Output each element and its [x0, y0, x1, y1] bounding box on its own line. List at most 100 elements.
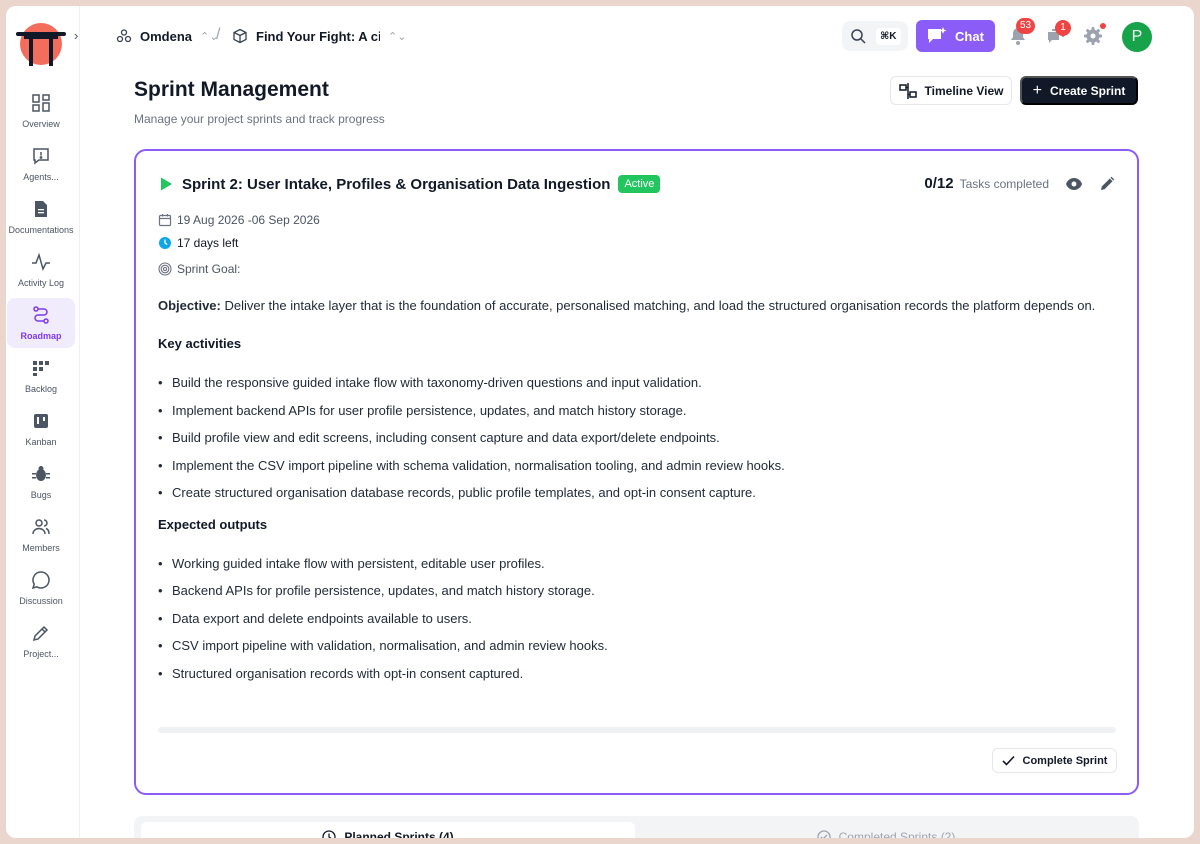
- sidebar-item-label: Members: [22, 543, 60, 553]
- tasks-completed-label: Tasks completed: [959, 176, 1049, 191]
- sidebar-item-activity-log[interactable]: Activity Log: [7, 245, 75, 295]
- sidebar-item-documentations[interactable]: Documentations: [7, 192, 75, 242]
- sidebar-item-agents[interactable]: Agents...: [7, 139, 75, 189]
- org-selector[interactable]: Omdena ⌃⌄: [116, 26, 218, 46]
- page-subtitle: Manage your project sprints and track pr…: [134, 112, 385, 126]
- chat-label: Chat: [955, 28, 984, 44]
- sidebar-item-bugs[interactable]: Bugs: [7, 457, 75, 507]
- timeline-icon: [898, 82, 917, 99]
- sprint-date-range: 19 Aug 2026 -06 Sep 2026: [177, 213, 320, 227]
- plus-icon: +: [1032, 81, 1042, 99]
- sidebar-expand-chevron-icon[interactable]: ›: [74, 28, 78, 43]
- eye-icon: [1066, 177, 1082, 190]
- list-item: Implement backend APIs for user profile …: [158, 397, 1123, 425]
- avatar[interactable]: P: [1122, 22, 1152, 52]
- grid-icon: [32, 94, 50, 112]
- key-activities-heading: Key activities: [158, 336, 242, 351]
- pencil-icon: [32, 625, 49, 642]
- tab-completed-sprints[interactable]: Completed Sprints (2): [639, 822, 1133, 838]
- complete-sprint-label: Complete Sprint: [1022, 754, 1108, 767]
- sprint-goal-content: Objective: Deliver the intake layer that…: [158, 295, 1123, 687]
- breadcrumb-separator: /: [216, 26, 221, 43]
- sprint-tabs: Planned Sprints (4) Completed Sprints (2…: [134, 816, 1139, 838]
- key-activities-list: Build the responsive guided intake flow …: [158, 369, 1123, 507]
- sidebar-item-label: Discussion: [19, 596, 63, 606]
- notifications-badge: 53: [1016, 18, 1036, 34]
- backlog-icon: [33, 361, 49, 376]
- search-icon: [851, 29, 866, 44]
- sidebar-item-label: Project...: [23, 649, 59, 659]
- project-selector[interactable]: Find Your Fight: A civic ⌃⌄: [232, 26, 406, 46]
- sidebar-item-label: Kanban: [25, 437, 57, 447]
- search-shortcut: ⌘K: [876, 27, 901, 45]
- sidebar-item-label: Overview: [22, 119, 60, 129]
- complete-sprint-button[interactable]: Complete Sprint: [992, 748, 1117, 773]
- messages-badge: 1: [1055, 20, 1071, 36]
- list-item: Create structured organisation database …: [158, 479, 1123, 507]
- gear-icon: [1084, 27, 1102, 45]
- sidebar-item-label: Roadmap: [20, 331, 62, 341]
- expected-outputs-heading: Expected outputs: [158, 516, 268, 532]
- objective-label: Objective:: [158, 298, 221, 313]
- sidebar-item-label: Bugs: [30, 490, 52, 500]
- settings-button[interactable]: [1083, 26, 1103, 46]
- timeline-view-button[interactable]: Timeline View: [890, 76, 1012, 105]
- sidebar-item-overview[interactable]: Overview: [7, 86, 75, 136]
- users-icon: [32, 519, 50, 535]
- sidebar-item-label: Backlog: [24, 384, 58, 394]
- sidebar-item-members[interactable]: Members: [7, 510, 75, 560]
- objective-text: Deliver the intake layer that is the fou…: [224, 298, 1096, 313]
- search-button[interactable]: ⌘K: [842, 21, 908, 51]
- expected-outputs-list: Working guided intake flow with persiste…: [158, 550, 1123, 688]
- app-window: › Overview Agents... Documentations Acti…: [6, 6, 1194, 838]
- bug-icon: [32, 466, 50, 481]
- pencil-icon: [1101, 176, 1115, 190]
- clock-outline-icon: [322, 830, 336, 838]
- sidebar: › Overview Agents... Documentations Acti…: [6, 6, 80, 838]
- list-item: CSV import pipeline with validation, nor…: [158, 632, 1123, 660]
- view-sprint-button[interactable]: [1065, 177, 1083, 191]
- project-chevron-updown-icon: ⌃⌄: [388, 30, 407, 43]
- project-name: Find Your Fight: A civic: [256, 28, 380, 44]
- sprint-dates: 19 Aug 2026 -06 Sep 2026: [158, 213, 320, 227]
- list-item: Build the responsive guided intake flow …: [158, 369, 1123, 397]
- sprint-goal-label: Sprint Goal:: [177, 262, 241, 276]
- timeline-view-label: Timeline View: [924, 83, 1004, 98]
- target-icon: [158, 262, 172, 276]
- tasks-completed-count: 0/12: [924, 175, 954, 192]
- org-icon: [116, 29, 132, 43]
- check-icon: [1001, 755, 1015, 766]
- chat-button[interactable]: Chat: [916, 20, 995, 52]
- edit-sprint-button[interactable]: [1099, 176, 1115, 192]
- days-left-text: 17 days left: [177, 236, 239, 250]
- tab-label: Completed Sprints (2): [838, 830, 956, 838]
- message-alert-icon: [33, 148, 49, 165]
- tab-planned-sprints[interactable]: Planned Sprints (4): [141, 822, 635, 838]
- status-badge: Active: [618, 175, 661, 193]
- cube-icon: [233, 28, 247, 44]
- sidebar-item-label: Activity Log: [17, 278, 65, 288]
- route-icon: [33, 306, 49, 324]
- sprint-header: Sprint 2: User Intake, Profiles & Organi…: [158, 175, 661, 193]
- sprint-goal-heading: Sprint Goal:: [158, 262, 240, 276]
- list-item: Working guided intake flow with persiste…: [158, 550, 1123, 578]
- sidebar-item-project[interactable]: Project...: [7, 616, 75, 666]
- chat-sparkle-icon: [928, 27, 947, 43]
- sprint-card: Sprint 2: User Intake, Profiles & Organi…: [134, 149, 1139, 795]
- list-item: Structured organisation records with opt…: [158, 660, 1123, 688]
- tab-label: Planned Sprints (4): [344, 830, 454, 838]
- sidebar-item-kanban[interactable]: Kanban: [7, 404, 75, 454]
- app-logo[interactable]: [16, 22, 66, 66]
- check-circle-icon: [816, 830, 831, 838]
- list-item: Data export and delete endpoints availab…: [158, 605, 1123, 633]
- list-item: Backend APIs for profile persistence, up…: [158, 577, 1123, 605]
- objective-paragraph: Objective: Deliver the intake layer that…: [158, 295, 1123, 316]
- chat-bubble-icon: [31, 571, 50, 590]
- sidebar-item-roadmap[interactable]: Roadmap: [7, 298, 75, 348]
- calendar-icon: [158, 214, 172, 227]
- sidebar-item-discussion[interactable]: Discussion: [7, 563, 75, 613]
- sidebar-item-backlog[interactable]: Backlog: [7, 351, 75, 401]
- horizontal-scrollbar[interactable]: [158, 727, 1116, 733]
- create-sprint-button[interactable]: + Create Sprint: [1020, 76, 1138, 105]
- clock-icon: [159, 237, 171, 249]
